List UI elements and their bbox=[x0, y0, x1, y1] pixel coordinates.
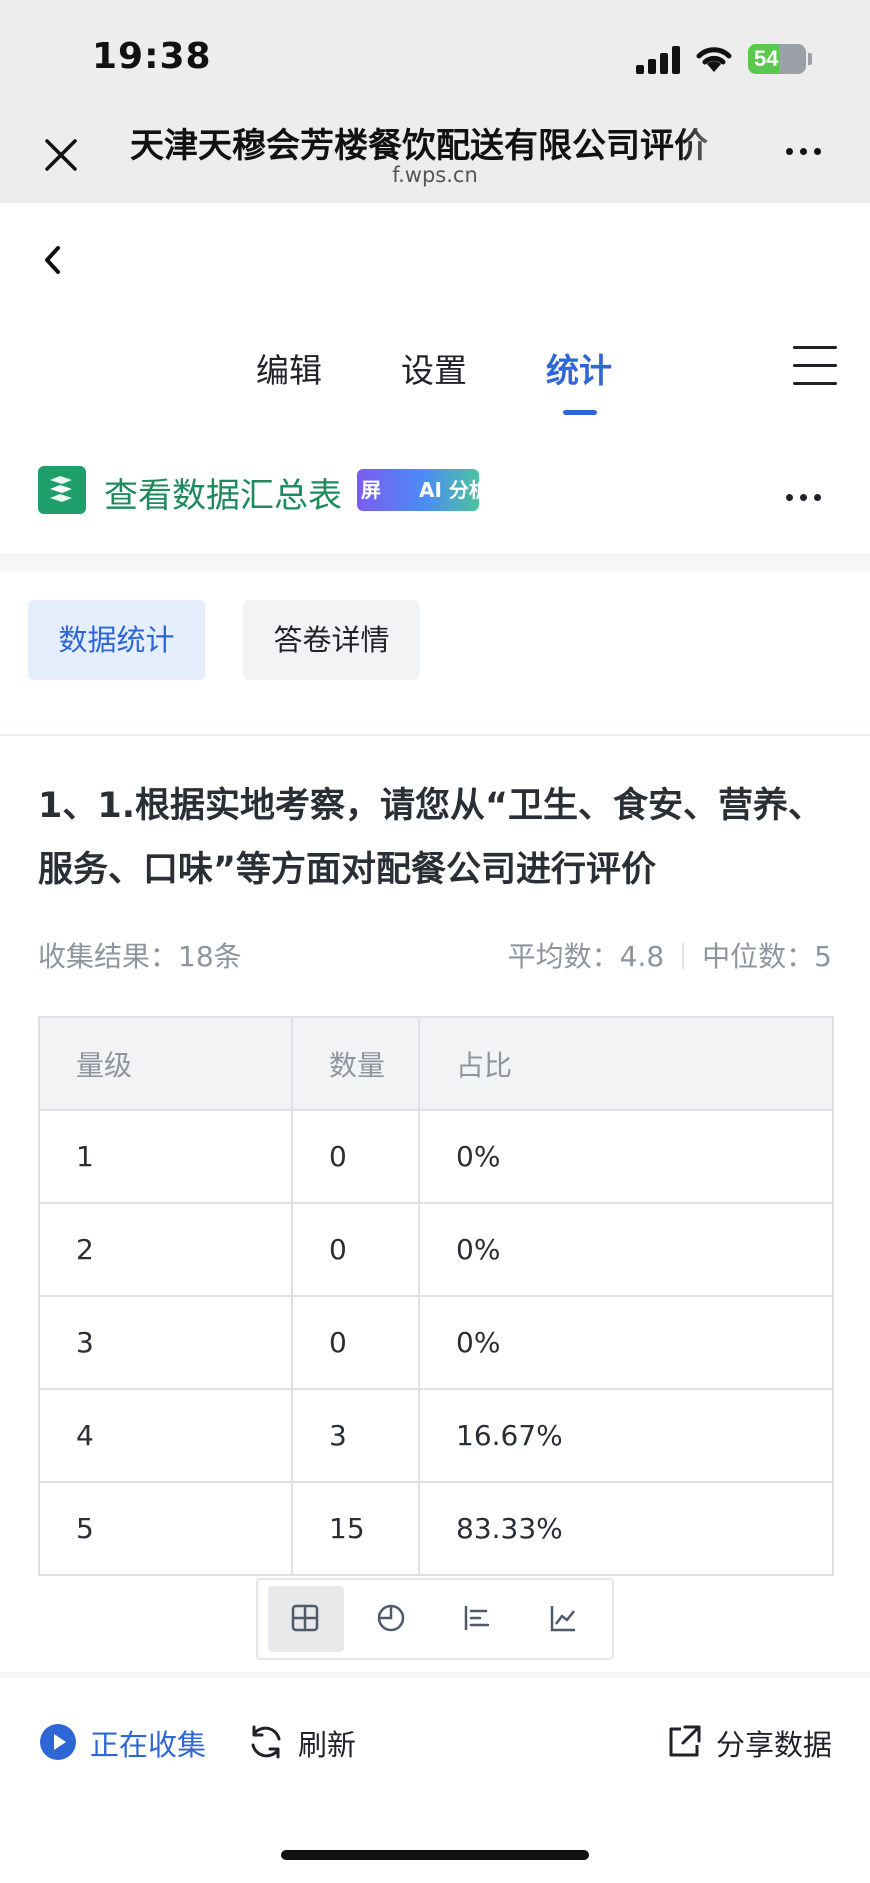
table-row: 2 0 0% bbox=[38, 1202, 834, 1297]
battery-nub bbox=[808, 53, 812, 65]
badge-ai-label: AI 分析 bbox=[419, 478, 479, 502]
stats-separator bbox=[682, 943, 685, 969]
cell-level: 5 bbox=[38, 1481, 293, 1576]
editor-tabs: 编辑 设置 统计 bbox=[0, 344, 870, 424]
data-statistics-tab[interactable]: 数据统计 bbox=[28, 600, 205, 680]
active-tab-indicator bbox=[563, 410, 597, 415]
collecting-label: 正在收集 bbox=[90, 1728, 207, 1762]
bar-chart-icon bbox=[464, 1606, 490, 1630]
chart-view-toggle bbox=[256, 1578, 614, 1660]
divider bbox=[0, 734, 870, 736]
share-icon bbox=[669, 1725, 701, 1757]
median-value: 中位数：5 bbox=[702, 940, 832, 973]
more-options-icon[interactable] bbox=[786, 140, 832, 160]
battery-level: 54 bbox=[754, 46, 779, 71]
bar-view-button[interactable] bbox=[440, 1586, 516, 1652]
refresh-label: 刷新 bbox=[298, 1728, 357, 1762]
summary-row: 查看数据汇总表 屏 AI 分析 bbox=[0, 464, 870, 520]
home-indicator bbox=[281, 1850, 589, 1860]
average-value: 平均数：4.8 bbox=[507, 940, 665, 973]
battery-icon: 54 bbox=[748, 44, 806, 74]
tab-statistics[interactable]: 统计 bbox=[546, 344, 612, 392]
cell-ratio: 0% bbox=[418, 1109, 834, 1204]
table-row: 3 0 0% bbox=[38, 1295, 834, 1390]
table-header-row: 量级 数量 占比 bbox=[38, 1016, 834, 1111]
cell-level: 4 bbox=[38, 1388, 293, 1483]
header-level: 量级 bbox=[38, 1016, 293, 1111]
cell-ratio: 0% bbox=[418, 1295, 834, 1390]
header-ratio: 占比 bbox=[418, 1016, 834, 1111]
page-url: f.wps.cn bbox=[392, 163, 478, 187]
response-details-tab[interactable]: 答卷详情 bbox=[243, 600, 420, 680]
badge-fullscreen-label: 屏 bbox=[361, 478, 381, 502]
table-view-icon bbox=[291, 1604, 319, 1632]
view-summary-table-link[interactable]: 查看数据汇总表 bbox=[104, 468, 342, 517]
tab-edit[interactable]: 编辑 bbox=[256, 344, 322, 392]
cellular-signal-icon bbox=[636, 46, 682, 74]
question-title: 1、1.根据实地考察，请您从“卫生、食安、营养、服务、口味”等方面对配餐公司进行… bbox=[38, 786, 824, 890]
cell-count: 15 bbox=[291, 1481, 420, 1576]
cell-level: 1 bbox=[38, 1109, 293, 1204]
browser-header: 19:38 54 天津天穆会芳楼餐饮配送有限公司评价 f.wps.cn bbox=[0, 0, 870, 203]
section-separator bbox=[0, 553, 870, 571]
table-view-button[interactable] bbox=[268, 1586, 344, 1652]
ai-analysis-badge[interactable]: 屏 AI 分析 bbox=[357, 469, 479, 511]
pie-view-button[interactable] bbox=[354, 1586, 430, 1652]
line-view-button[interactable] bbox=[526, 1586, 602, 1652]
cell-ratio: 16.67% bbox=[418, 1388, 834, 1483]
summary-more-icon[interactable] bbox=[786, 486, 832, 501]
pie-chart-icon bbox=[377, 1604, 405, 1632]
play-icon bbox=[40, 1724, 76, 1760]
collected-count: 收集结果：18条 bbox=[38, 940, 242, 973]
table-row: 4 3 16.67% bbox=[38, 1388, 834, 1483]
cell-level: 2 bbox=[38, 1202, 293, 1297]
cell-count: 0 bbox=[291, 1202, 420, 1297]
header-count: 数量 bbox=[291, 1016, 420, 1111]
back-icon[interactable] bbox=[38, 240, 68, 280]
page-title: 天津天穆会芳楼餐饮配送有限公司评价 bbox=[130, 126, 708, 166]
table-row: 1 0 0% bbox=[38, 1109, 834, 1204]
cell-count: 0 bbox=[291, 1295, 420, 1390]
line-chart-icon bbox=[550, 1606, 575, 1632]
status-time: 19:38 bbox=[92, 36, 212, 77]
cell-ratio: 83.33% bbox=[418, 1481, 834, 1576]
table-row: 5 15 83.33% bbox=[38, 1481, 834, 1576]
refresh-icon bbox=[251, 1725, 281, 1759]
tab-settings[interactable]: 设置 bbox=[401, 344, 467, 392]
rating-stats-table: 量级 数量 占比 1 0 0% 2 0 0% 3 0 0% 4 3 16.67%… bbox=[38, 1016, 834, 1576]
question-stats: 平均数：4.8 中位数：5 bbox=[508, 935, 832, 975]
spreadsheet-icon bbox=[38, 466, 86, 514]
cell-count: 0 bbox=[291, 1109, 420, 1204]
cell-level: 3 bbox=[38, 1295, 293, 1390]
title-fade bbox=[680, 116, 750, 164]
hamburger-menu-icon[interactable] bbox=[793, 346, 837, 386]
wifi-icon bbox=[696, 47, 732, 72]
cell-ratio: 0% bbox=[418, 1202, 834, 1297]
share-data-label: 分享数据 bbox=[716, 1728, 833, 1762]
cell-count: 3 bbox=[291, 1388, 420, 1483]
